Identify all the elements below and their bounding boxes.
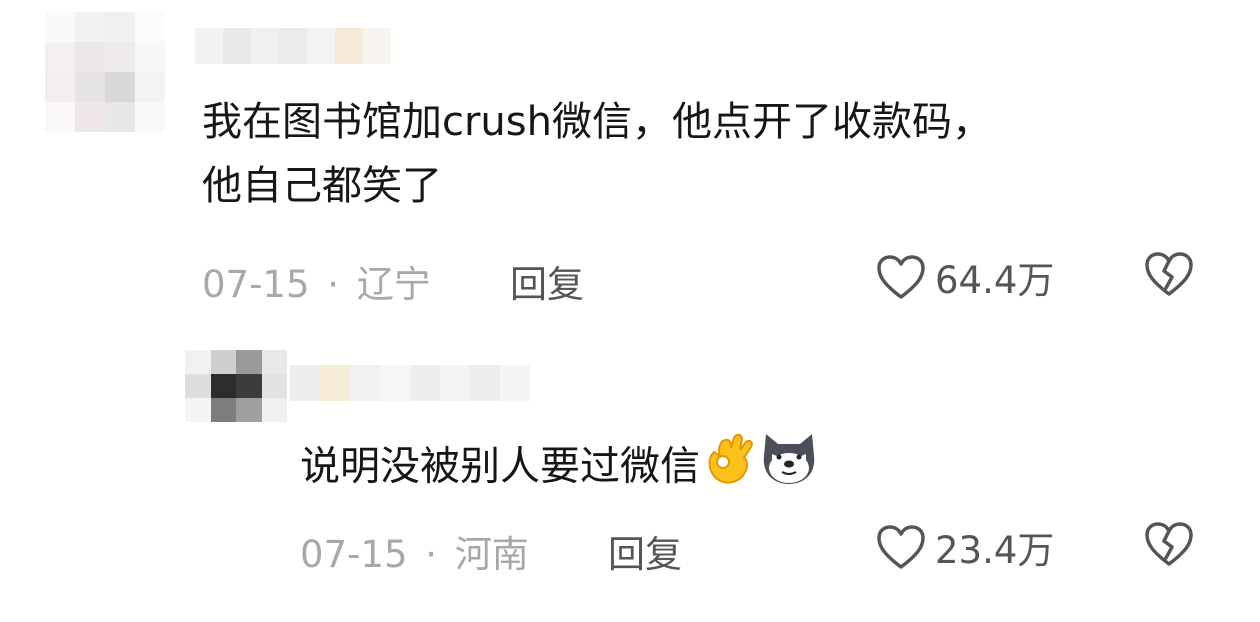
comment-text-content: 说明没被别人要过微信 [300, 443, 700, 490]
comment-meta: 07-15 · 河南 [300, 524, 529, 578]
avatar[interactable] [185, 350, 287, 422]
avatar[interactable] [45, 12, 165, 132]
comment-meta: 07-15 · 辽宁 [202, 254, 431, 308]
like-button[interactable]: 64.4万 [875, 250, 1054, 304]
comment-text-line: 他自己都笑了 [202, 163, 442, 209]
ok-hand-icon [708, 433, 753, 484]
comment-text: 我在图书馆加crush微信，他点开了收款码， 他自己都笑了 [202, 90, 992, 218]
comment-location: 辽宁 [356, 263, 431, 306]
heart-outline-icon [877, 255, 925, 299]
heart-outline-icon [877, 525, 925, 569]
comment-date: 07-15 [300, 533, 408, 576]
username[interactable] [290, 365, 530, 401]
comment-location: 河南 [454, 533, 529, 576]
ok-hand-emoji [700, 430, 758, 507]
dislike-button[interactable] [1143, 250, 1195, 302]
broken-heart-icon [1145, 522, 1193, 566]
husky-dog-emoji [758, 430, 820, 507]
husky-dog-icon [763, 434, 815, 484]
reply-button[interactable]: 回复 [608, 524, 682, 578]
like-button[interactable]: 23.4万 [875, 520, 1054, 574]
like-count: 23.4万 [935, 529, 1055, 572]
comment-text-line: 我在图书馆加crush微信，他点开了收款码， [202, 99, 992, 145]
meta-separator: · [425, 533, 438, 576]
reply-button[interactable]: 回复 [510, 254, 584, 308]
comment-text: 说明没被别人要过微信 [300, 430, 820, 507]
like-count: 64.4万 [935, 259, 1055, 302]
meta-separator: · [327, 263, 340, 306]
username[interactable] [195, 28, 395, 64]
dislike-button[interactable] [1143, 520, 1195, 572]
broken-heart-icon [1145, 252, 1193, 296]
comment-date: 07-15 [202, 263, 310, 306]
